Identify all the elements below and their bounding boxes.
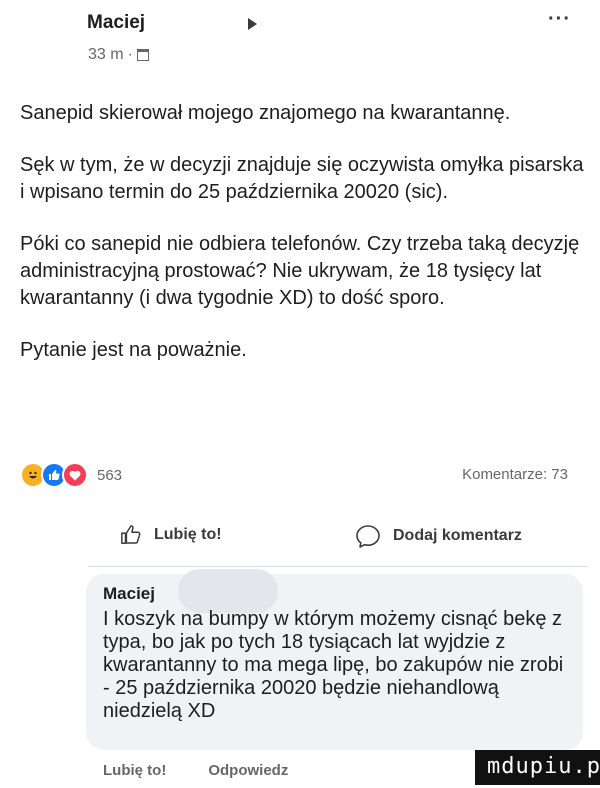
play-icon[interactable] bbox=[248, 18, 257, 30]
comment-author[interactable]: Maciej bbox=[103, 584, 155, 604]
post-paragraph: Póki co sanepid nie odbiera telefonów. C… bbox=[20, 233, 580, 309]
like-button[interactable]: Lubię to! bbox=[120, 524, 222, 546]
comment-button[interactable]: Dodaj komentarz bbox=[355, 524, 522, 548]
post-paragraph: Pytanie jest na poważnie. bbox=[20, 339, 247, 361]
post-paragraph: Sęk w tym, że w decyzji znajduje się ocz… bbox=[20, 154, 584, 203]
more-options-icon[interactable]: ··· bbox=[548, 8, 571, 31]
redacted-name bbox=[178, 569, 278, 613]
divider bbox=[88, 566, 588, 567]
comment-button-label: Dodaj komentarz bbox=[393, 527, 522, 544]
comment-like-link[interactable]: Lubię to! bbox=[103, 762, 166, 779]
reactions-summary[interactable]: 563 bbox=[20, 462, 122, 488]
post-author[interactable]: Maciej bbox=[87, 12, 145, 34]
comment-reply-link[interactable]: Odpowiedz bbox=[208, 762, 288, 779]
comments-count[interactable]: Komentarze: 73 bbox=[462, 466, 568, 483]
post-body: Sanepid skierował mojego znajomego na kw… bbox=[20, 100, 585, 389]
post-meta: 33 m · bbox=[88, 46, 149, 64]
post-time[interactable]: 33 m bbox=[88, 46, 124, 64]
post-paragraph: Sanepid skierował mojego znajomego na kw… bbox=[20, 102, 511, 124]
thumbs-up-icon bbox=[121, 525, 141, 544]
comment-text: I koszyk na bumpy w którym możemy cisnąć… bbox=[103, 608, 564, 722]
watermark-logo: mdupiu.pl bbox=[475, 750, 600, 785]
like-button-label: Lubię to! bbox=[154, 526, 222, 543]
comment-icon bbox=[356, 525, 380, 548]
comment-actions: Lubię to! Odpowiedz bbox=[103, 762, 288, 779]
calendar-icon bbox=[136, 49, 149, 61]
love-reaction-icon bbox=[62, 462, 88, 488]
meta-separator: · bbox=[127, 46, 133, 63]
reactions-count[interactable]: 563 bbox=[97, 467, 122, 484]
